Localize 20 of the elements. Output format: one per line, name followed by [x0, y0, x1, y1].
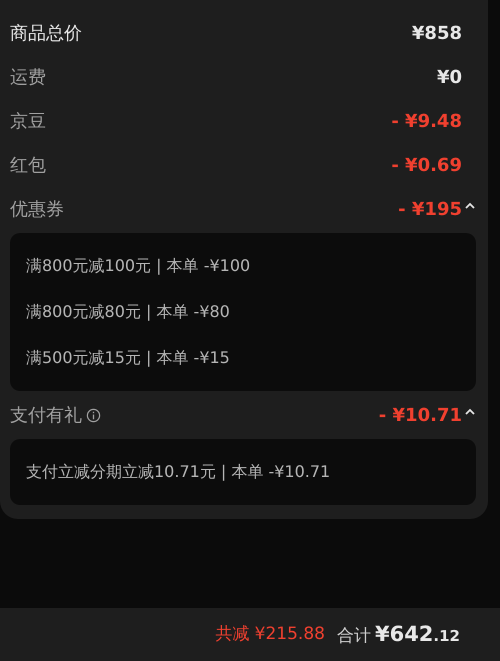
row-label: 支付有礼 [10, 404, 82, 428]
row-amount: ¥858 [412, 22, 462, 46]
total-discount: 共减 ¥215.88 [215, 622, 325, 646]
detail-text: 满800元减100元 | 本单 -¥100 [26, 255, 250, 277]
row-amount: - ¥9.48 [391, 110, 462, 134]
detail-text: 满500元减15元 | 本单 -¥15 [26, 347, 230, 369]
info-icon[interactable] [86, 408, 101, 422]
row-amount: ¥0 [436, 66, 462, 90]
row-amount: - ¥0.69 [391, 154, 462, 178]
detail-text: 满800元减80元 | 本单 -¥80 [26, 301, 230, 323]
row-label: 运费 [10, 66, 46, 90]
row-label: 京豆 [10, 110, 46, 134]
total-price: ¥642.12 [374, 620, 460, 648]
total-label: 合计 [336, 624, 371, 648]
row-label: 商品总价 [10, 22, 82, 46]
row-label: 优惠券 [10, 198, 64, 222]
detail-text: 支付立减分期立减10.71元 | 本单 -¥10.71 [26, 461, 330, 483]
row-label: 红包 [10, 154, 46, 178]
row-amount: - ¥195 [398, 198, 462, 222]
row-amount: - ¥10.71 [378, 404, 462, 428]
